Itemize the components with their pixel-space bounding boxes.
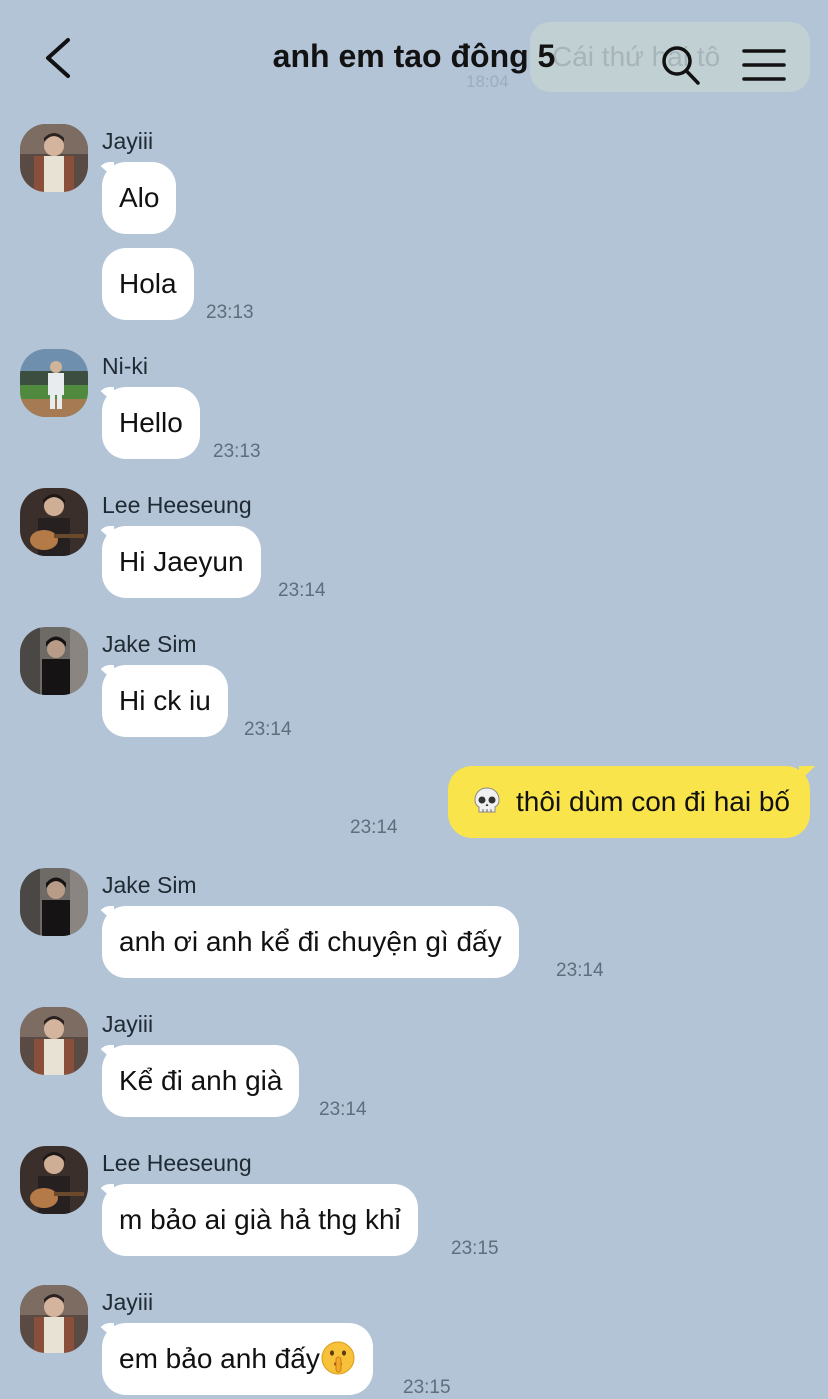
avatar-jayiii[interactable] <box>20 1007 88 1075</box>
message-time: 23:14 <box>319 1099 367 1120</box>
sender-name: Ni-ki <box>102 353 148 379</box>
shushing-face-emoji <box>321 1341 355 1375</box>
avatar-lee-heeseung[interactable] <box>20 488 88 556</box>
avatar-ni-ki[interactable] <box>20 349 88 417</box>
message-time: 23:14 <box>350 817 398 838</box>
message-bubble[interactable]: m bảo ai già hả thg khỉ <box>102 1184 418 1256</box>
message-bubble[interactable]: em bảo anh đấy <box>102 1323 373 1395</box>
message-bubble[interactable]: Alo <box>102 162 177 234</box>
message-bubble[interactable]: Kể đi anh già <box>102 1045 300 1117</box>
chat-header: Cái thứ hai tô 18:04 anh em tao đông 5 <box>0 0 828 100</box>
message-bubble[interactable]: Hi ck iu <box>102 665 228 737</box>
sender-name: Lee Heeseung <box>102 1150 252 1176</box>
chat-title: anh em tao đông 5 <box>272 38 556 74</box>
message-text: em bảo anh đấy <box>119 1343 320 1374</box>
outgoing-message-text: thôi dùm con đi hai bố <box>516 786 790 817</box>
message-time: 23:14 <box>556 960 604 981</box>
message-time: 23:15 <box>451 1238 499 1259</box>
message-time: 23:14 <box>244 719 292 740</box>
menu-icon[interactable] <box>742 48 786 82</box>
sender-name: Jayiii <box>102 1011 154 1037</box>
search-icon[interactable] <box>660 44 700 86</box>
avatar-jayiii[interactable] <box>20 1285 88 1353</box>
message-bubble[interactable]: anh ơi anh kể đi chuyện gì đấy <box>102 906 519 978</box>
sender-name: Jake Sim <box>102 631 197 657</box>
avatar-jake-sim[interactable] <box>20 627 88 695</box>
avatar-jayiii[interactable] <box>20 124 88 192</box>
faded-background-time: 18:04 <box>466 72 509 91</box>
outgoing-message-bubble[interactable]: thôi dùm con đi hai bố <box>448 766 810 838</box>
message-time: 23:13 <box>213 441 261 462</box>
message-time: 23:14 <box>278 580 326 601</box>
skull-emoji <box>474 787 500 813</box>
message-bubble[interactable]: Hola <box>102 248 194 320</box>
message-time: 23:15 <box>403 1377 451 1398</box>
message-bubble[interactable]: Hello <box>102 387 200 459</box>
sender-name: Jayiii <box>102 128 154 154</box>
message-time: 23:13 <box>206 302 254 323</box>
avatar-lee-heeseung[interactable] <box>20 1146 88 1214</box>
sender-name: Jake Sim <box>102 872 197 898</box>
message-bubble[interactable]: Hi Jaeyun <box>102 526 261 598</box>
avatar-jake-sim[interactable] <box>20 868 88 936</box>
sender-name: Lee Heeseung <box>102 492 252 518</box>
sender-name: Jayiii <box>102 1289 154 1315</box>
